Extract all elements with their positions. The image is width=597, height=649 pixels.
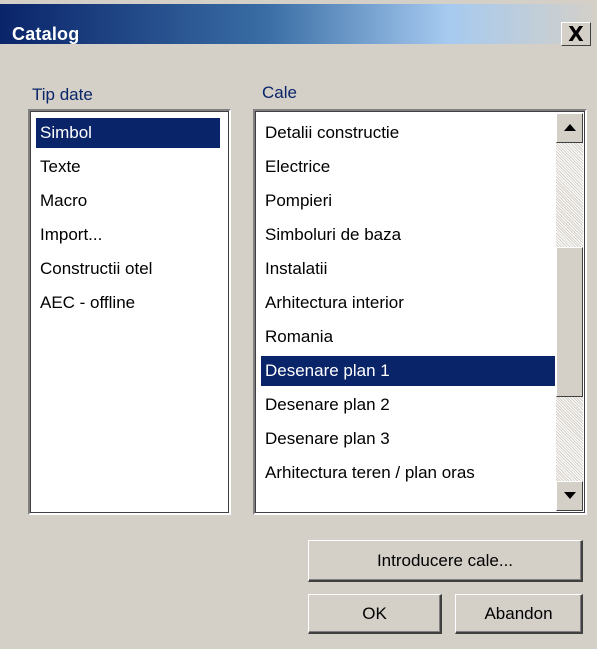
title-bar[interactable]: Catalog X — [0, 4, 597, 46]
cale-list-item[interactable]: Arhitectura teren / plan oras — [261, 458, 555, 488]
cale-list-item[interactable]: Pompieri — [261, 186, 555, 216]
scroll-down-button[interactable] — [556, 481, 583, 511]
close-icon: X — [568, 22, 584, 46]
catalog-dialog: Catalog X Tip date Simbol Texte Macro Impor… — [0, 0, 597, 649]
cale-list-item[interactable]: Romania — [261, 322, 555, 352]
tip-date-list-item[interactable]: Macro — [36, 186, 220, 216]
cale-list-item[interactable]: Electrice — [261, 152, 555, 182]
scroll-up-button[interactable] — [556, 113, 583, 143]
tip-date-list-item[interactable]: Texte — [36, 152, 220, 182]
cale-listbox[interactable]: Detalii constructie Electrice Pompieri Simb… — [253, 109, 587, 515]
tip-date-list-item[interactable]: Simbol — [36, 118, 220, 148]
cale-list-item[interactable]: Desenare plan 1 — [261, 356, 555, 386]
ok-button[interactable]: OK — [308, 594, 442, 634]
cale-list-item[interactable]: Desenare plan 2 — [261, 390, 555, 420]
abandon-button[interactable]: Abandon — [455, 594, 583, 634]
arrow-down-icon — [563, 492, 576, 499]
window-title: Catalog — [12, 24, 80, 44]
close-button[interactable]: X — [561, 22, 591, 46]
tip-date-list-item[interactable]: Constructii otel — [36, 254, 220, 284]
tip-date-list-item[interactable]: AEC - offline — [36, 288, 220, 318]
cale-list-item[interactable]: Desenare plan 3 — [261, 424, 555, 454]
cale-list-item[interactable]: Instalatii — [261, 254, 555, 284]
tip-date-list-item[interactable]: Import... — [36, 220, 220, 250]
scroll-thumb[interactable] — [556, 247, 583, 397]
cale-list-item[interactable]: Arhitectura interior — [261, 288, 555, 318]
tip-date-label: Tip date — [32, 85, 93, 104]
introducere-cale-button[interactable]: Introducere cale... — [308, 540, 583, 582]
cale-label: Cale — [262, 83, 297, 102]
tip-date-listbox[interactable]: Simbol Texte Macro Import... Constructii ote… — [28, 109, 231, 515]
arrow-up-icon — [563, 124, 576, 131]
cale-scrollbar[interactable] — [556, 113, 583, 511]
cale-list-item[interactable]: Simboluri de baza — [261, 220, 555, 250]
cale-list-item[interactable]: Detalii constructie — [261, 118, 555, 148]
